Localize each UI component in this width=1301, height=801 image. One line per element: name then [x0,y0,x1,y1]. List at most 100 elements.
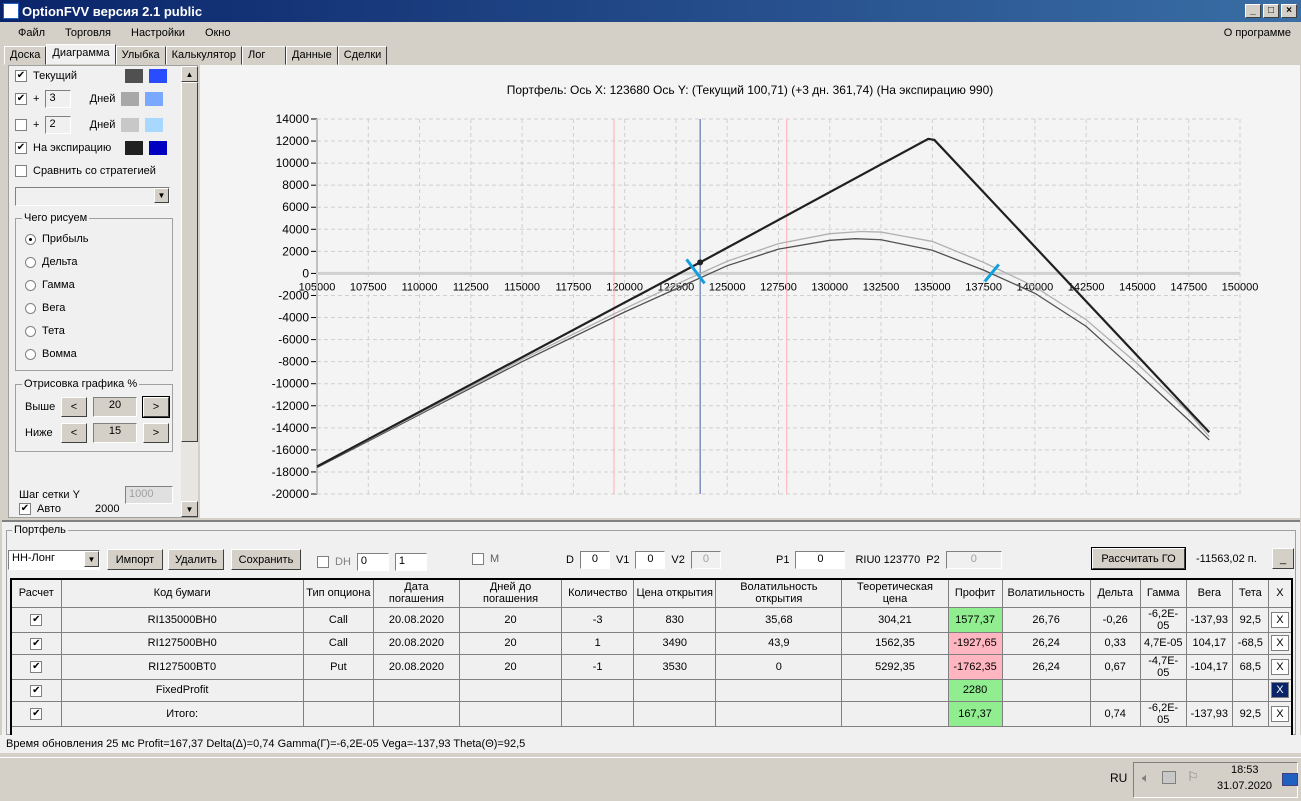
dh-spinner-2[interactable]: 1 [394,553,427,571]
p2-input[interactable]: 0 [945,551,1002,569]
column-header[interactable]: Вега [1185,578,1233,608]
table-row[interactable]: ✔ RI127500BH0 Call 20.08.2020 20 1 3490 43,9 156… [10,631,1293,655]
menu-settings[interactable]: Настройки [121,27,195,39]
current-color-swatch-alt[interactable] [149,69,167,83]
calc-checkbox[interactable]: ✔ [30,637,43,650]
scroll-up-icon[interactable]: ▲ [181,66,198,82]
column-header[interactable]: Расчет [10,578,62,608]
clock-date[interactable]: 31.07.2020 [1217,780,1272,792]
days2-color-swatch-alt[interactable] [145,118,164,132]
menu-about[interactable]: О программе [1214,27,1301,39]
maximize-button[interactable]: □ [1263,4,1279,18]
calc-checkbox[interactable]: ✔ [30,614,43,626]
grid-step-input[interactable]: 1000 [125,486,173,504]
remove-row-button[interactable]: X [1270,658,1289,675]
tab-board[interactable]: Доска [4,46,47,65]
days1-color-swatch-alt[interactable] [145,92,164,106]
days1-input[interactable]: 3 [45,90,72,108]
p1-input[interactable]: 0 [795,551,846,569]
remove-row-button[interactable]: X [1270,635,1289,651]
scroll-down-icon[interactable]: ▼ [181,501,198,517]
chevron-down-icon[interactable]: ▼ [84,551,99,567]
column-header[interactable]: Теоретическая цена [841,578,949,608]
column-header[interactable]: Дата погашения [372,578,461,608]
radio-profit[interactable] [25,233,36,245]
tab-calculator[interactable]: Калькулятор [165,46,243,65]
d-input[interactable]: 0 [579,551,610,569]
column-header[interactable]: Количество [561,578,635,608]
tab-data[interactable]: Данные [286,46,338,65]
expiry-color-swatch-alt[interactable] [149,141,167,155]
dh-checkbox[interactable] [317,556,329,568]
flag-icon[interactable]: ⚐ [1187,769,1199,785]
network-icon[interactable] [1162,771,1176,784]
tab-diagram[interactable]: Диаграмма [46,44,116,65]
column-header[interactable]: Тета [1231,578,1269,608]
remove-row-button[interactable]: X [1270,682,1289,698]
days2-color-swatch[interactable] [121,118,140,132]
chevron-down-icon[interactable]: ▼ [154,188,169,203]
table-row[interactable]: ✔ FixedProfit 2280 X [10,678,1293,702]
minimize-button[interactable]: _ [1245,4,1261,18]
menu-window[interactable]: Окно [195,27,241,39]
column-header[interactable]: X [1267,578,1293,608]
calc-checkbox[interactable]: ✔ [30,684,43,697]
column-header[interactable]: Дельта [1089,578,1141,608]
expiry-checkbox[interactable]: ✔ [15,142,27,154]
remove-row-button[interactable]: X [1270,705,1289,722]
close-button[interactable]: × [1281,4,1297,18]
column-header[interactable]: Волатильность [1001,578,1091,608]
days1-checkbox[interactable]: ✔ [15,93,27,105]
column-header[interactable]: Цена открытия [633,578,717,608]
tab-log[interactable]: Лог [242,46,287,65]
above-increase-button[interactable]: > [142,396,170,418]
radio-theta[interactable] [25,325,36,337]
column-header[interactable]: Волатильность открытия [715,578,843,608]
menu-file[interactable]: Файл [0,27,55,39]
below-increase-button[interactable]: > [143,423,169,443]
v1-input[interactable]: 0 [635,551,666,569]
m-checkbox[interactable] [472,553,484,565]
radio-vomma[interactable] [25,348,36,360]
delete-button[interactable]: Удалить [168,549,224,570]
current-checkbox[interactable]: ✔ [15,70,27,82]
days2-input[interactable]: 2 [45,116,72,134]
below-decrease-button[interactable]: < [61,423,87,443]
dh-spinner-1[interactable]: 0 [356,553,389,571]
remove-row-button[interactable]: X [1270,611,1289,628]
collapse-button[interactable]: _ [1272,548,1294,569]
column-header[interactable]: Дней до погашения [458,578,563,608]
column-header[interactable]: Код бумаги [60,578,304,608]
tab-smile[interactable]: Улыбка [115,46,166,65]
menu-trading[interactable]: Торговля [55,27,121,39]
compare-checkbox[interactable] [15,165,27,177]
above-decrease-button[interactable]: < [61,397,87,417]
table-row[interactable]: ✔ Итого: 167,37 0,74 -6,2E-05 -137,93 92,5 X [10,700,1293,727]
calculate-margin-button[interactable]: Рассчитать ГО [1091,547,1186,570]
tab-deals[interactable]: Сделки [337,46,388,65]
clock-time[interactable]: 18:53 [1231,764,1259,776]
volume-icon[interactable]: 🔈︎ [1142,770,1150,786]
portfolio-select[interactable]: НН-Лонг ▼ [8,550,100,570]
show-desktop-icon[interactable] [1282,773,1298,786]
radio-delta[interactable] [25,256,36,268]
calc-checkbox[interactable]: ✔ [30,661,43,673]
auto-checkbox[interactable]: ✔ [19,503,31,515]
days1-color-swatch[interactable] [121,92,140,106]
column-header[interactable]: Тип опциона [302,578,374,608]
column-header[interactable]: Гамма [1139,578,1187,608]
table-row[interactable]: ✔ RI135000BH0 Call 20.08.2020 20 -3 830 35,68 30… [10,606,1293,633]
scroll-thumb[interactable] [181,82,198,442]
calc-checkbox[interactable]: ✔ [30,708,43,720]
language-indicator[interactable]: RU [1110,771,1127,785]
current-color-swatch[interactable] [125,69,143,83]
expiry-color-swatch[interactable] [125,141,143,155]
v2-input[interactable]: 0 [690,551,721,569]
radio-gamma[interactable] [25,279,36,291]
payoff-chart[interactable]: Портфель: Ось X: 123680 Ось Y: (Текущий … [200,65,1300,518]
table-row[interactable]: ✔ RI127500BT0 Put 20.08.2020 20 -1 3530 0 5292,3… [10,653,1293,680]
strategy-select[interactable]: ▼ [15,187,170,206]
radio-vega[interactable] [25,302,36,314]
scrollbar[interactable]: ▲ ▼ [181,66,198,517]
import-button[interactable]: Импорт [107,549,163,570]
